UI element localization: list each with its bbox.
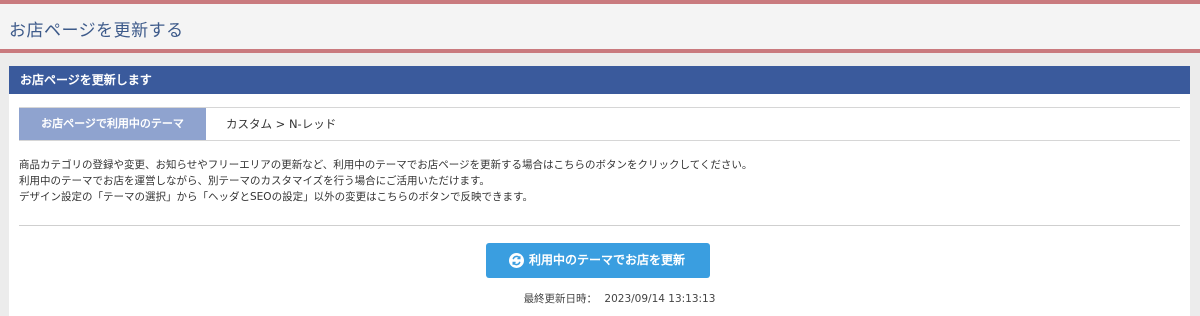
theme-label: お店ページで利用中のテーマ xyxy=(19,108,206,140)
panel-heading: お店ページを更新します xyxy=(9,66,1190,94)
description-line: 商品カテゴリの登録や変更、お知らせやフリーエリアの更新など、利用中のテーマでお店… xyxy=(19,159,753,171)
theme-value: カスタム > N-レッド xyxy=(226,117,337,131)
update-store-button[interactable]: 利用中のテーマでお店を更新 xyxy=(486,243,710,278)
description: 商品カテゴリの登録や変更、お知らせやフリーエリアの更新など、利用中のテーマでお店… xyxy=(19,157,1179,205)
theme-row: お店ページで利用中のテーマ カスタム > N-レッド xyxy=(19,107,1180,141)
page-header: お店ページを更新する xyxy=(0,0,1200,53)
update-store-button-label: 利用中のテーマでお店を更新 xyxy=(528,253,685,267)
update-panel: お店ページを更新します お店ページで利用中のテーマ カスタム > N-レッド 商… xyxy=(9,66,1190,316)
last-updated-value: 2023/09/14 13:13:13 xyxy=(604,293,716,305)
divider xyxy=(19,225,1180,226)
description-line: 利用中のテーマでお店を運営しながら、別テーマのカスタマイズを行う場合にご活用いた… xyxy=(19,175,490,187)
description-line: デザイン設定の「テーマの選択」から「ヘッダとSEOの設定」以外の変更はこちらのボ… xyxy=(19,191,534,203)
refresh-icon xyxy=(509,253,524,268)
page-title: お店ページを更新する xyxy=(9,21,184,41)
last-updated-label: 最終更新日時： xyxy=(523,293,598,305)
last-updated: 最終更新日時： 2023/09/14 13:13:13 xyxy=(9,291,1190,306)
